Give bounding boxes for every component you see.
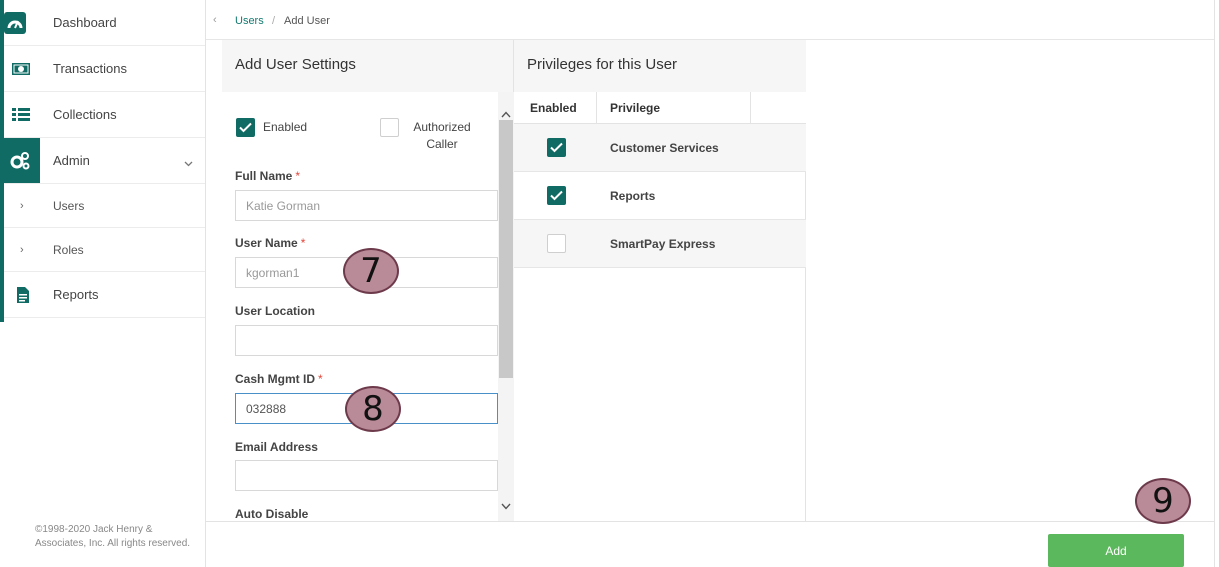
sidebar-item-reports[interactable]: Reports (0, 272, 205, 318)
sidebar-item-label: Dashboard (53, 15, 117, 30)
table-row[interactable]: Customer Services (514, 124, 806, 172)
sidebar-item-dashboard[interactable]: Dashboard (0, 0, 205, 46)
privilege-name: Customer Services (610, 141, 719, 155)
table-row[interactable]: Reports (514, 172, 806, 220)
window-right-edge (1214, 0, 1219, 567)
user-name-label: User Name * (235, 236, 305, 250)
sidebar-item-transactions[interactable]: Transactions (0, 46, 205, 92)
cash-mgmt-id-label: Cash Mgmt ID * (235, 372, 323, 386)
chevron-right-icon: › (20, 199, 24, 212)
sidebar: Dashboard Transactions Collections Admin… (0, 0, 206, 567)
required-mark: * (318, 372, 323, 386)
panel-title: Privileges for this User (527, 56, 678, 73)
copyright-text: ©1998-2020 Jack Henry & Associates, Inc.… (35, 524, 191, 549)
privilege-checkbox[interactable] (547, 234, 566, 253)
settings-form: Enabled Authorized Caller Full Name* Use… (222, 92, 514, 521)
reports-icon (12, 284, 34, 306)
sidebar-item-label: Admin (53, 153, 90, 168)
enabled-label: Enabled (263, 120, 308, 134)
scroll-up-icon[interactable] (501, 106, 511, 121)
sidebar-item-label: Roles (53, 242, 84, 257)
breadcrumb: ‹ Users / Add User (206, 0, 1219, 40)
column-header-privilege: Privilege (610, 101, 661, 115)
sidebar-item-label: Collections (53, 107, 117, 122)
privilege-checkbox[interactable] (547, 186, 566, 205)
label-text: User Name (235, 236, 298, 250)
sidebar-item-collections[interactable]: Collections (0, 92, 205, 138)
privilege-checkbox[interactable] (547, 138, 566, 157)
add-button[interactable]: Add (1048, 534, 1184, 567)
label-text: Cash Mgmt ID (235, 372, 316, 386)
scroll-down-icon[interactable] (501, 498, 511, 513)
privileges-header: Privileges for this User (514, 40, 806, 92)
sidebar-item-label: Users (53, 198, 85, 213)
required-mark: * (295, 169, 301, 183)
email-address-label: Email Address (235, 440, 318, 454)
column-divider (596, 92, 597, 124)
settings-scroll-thumb[interactable] (499, 120, 513, 378)
full-name-field[interactable] (235, 190, 498, 221)
user-location-label: User Location (235, 304, 316, 318)
sidebar-item-label: Reports (53, 287, 99, 302)
label-text: Full Name (235, 169, 293, 183)
sidebar-item-label: Transactions (53, 61, 127, 76)
sidebar-item-admin[interactable]: Admin (0, 138, 205, 184)
breadcrumb-users-link[interactable]: Users (235, 15, 264, 27)
breadcrumb-separator: / (272, 15, 276, 27)
authorized-caller-label: Authorized Caller (413, 120, 471, 151)
panel-title: Add User Settings (235, 56, 356, 73)
privilege-name: Reports (610, 189, 656, 203)
sidebar-item-roles[interactable]: › Roles (0, 228, 205, 272)
user-location-field[interactable] (235, 325, 498, 356)
privilege-name: SmartPay Express (610, 237, 716, 251)
sidebar-item-users[interactable]: › Users (0, 184, 205, 228)
email-address-field[interactable] (235, 460, 498, 491)
sidebar-accent-bar (0, 0, 4, 322)
footer-bar: Add (206, 521, 1219, 567)
privileges-table-header: Enabled Privilege (514, 92, 806, 124)
authorized-caller-checkbox[interactable] (380, 118, 399, 137)
chevron-right-icon: › (20, 243, 24, 256)
transactions-icon (10, 58, 32, 80)
step-marker-7: 7 (343, 248, 399, 294)
dashboard-icon (4, 11, 26, 34)
column-divider (750, 92, 751, 124)
table-row[interactable]: SmartPay Express (514, 220, 806, 268)
admin-gears-icon (9, 150, 31, 172)
step-marker-9: 9 (1135, 478, 1191, 524)
chevron-down-icon[interactable] (184, 155, 193, 170)
collections-icon (10, 104, 32, 126)
back-chevron-icon[interactable]: ‹ (213, 14, 217, 26)
enabled-checkbox[interactable] (236, 118, 255, 137)
required-mark: * (300, 236, 306, 250)
column-header-enabled: Enabled (530, 101, 577, 115)
breadcrumb-current: Add User (284, 15, 330, 27)
privileges-panel: Privileges for this User Enabled Privile… (514, 40, 806, 521)
step-marker-8: 8 (345, 386, 401, 432)
full-name-label: Full Name * (235, 169, 300, 183)
auto-disable-label: Auto Disable (235, 507, 309, 521)
